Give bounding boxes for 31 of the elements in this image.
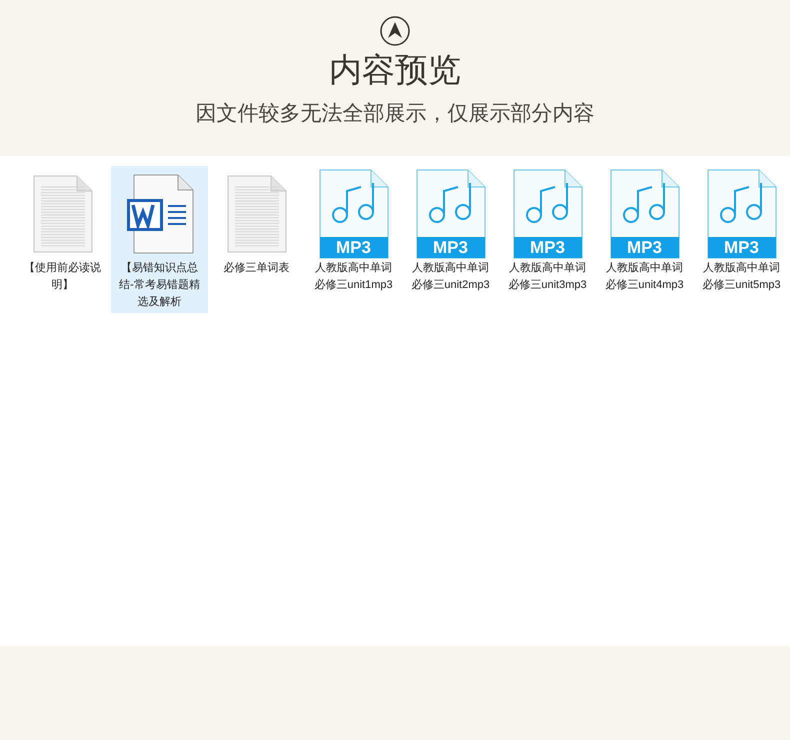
file-item[interactable]: MP3 人教版高中单词必修三unit2mp3 — [402, 166, 499, 296]
word-document-icon — [126, 174, 194, 254]
music-file-icon — [610, 169, 680, 259]
file-item[interactable]: MP3 人教版高中单词必修三unit4mp3 — [596, 166, 693, 296]
file-name: 【易错知识点总结-常考易错题精选及解析 — [118, 260, 201, 310]
file-name: 人教版高中单词必修三unit5mp3 — [701, 260, 782, 293]
document-icon — [226, 175, 286, 253]
page-title: 内容预览 — [329, 50, 461, 90]
file-type-label: MP3 — [626, 237, 663, 258]
file-type-label: MP3 — [432, 237, 469, 258]
file-name: 【使用前必读说明】 — [23, 260, 102, 293]
file-item[interactable]: MP3 人教版高中单词必修三unit3mp3 — [499, 166, 596, 296]
music-file-icon — [318, 169, 388, 259]
music-file-icon — [416, 169, 486, 259]
file-type-label: MP3 — [529, 237, 566, 258]
file-type-label: MP3 — [335, 237, 372, 258]
file-name: 必修三单词表 — [222, 260, 290, 276]
file-item[interactable]: 必修三单词表 — [208, 166, 305, 279]
file-item[interactable]: MP3 人教版高中单词必修三unit1mp3 — [305, 166, 402, 296]
file-type-label: MP3 — [723, 237, 760, 258]
file-name: 人教版高中单词必修三unit1mp3 — [313, 260, 394, 293]
music-file-icon — [512, 169, 582, 259]
file-name: 人教版高中单词必修三unit4mp3 — [604, 260, 685, 293]
file-item[interactable]: MP3 人教版高中单词必修三unit5mp3 — [693, 166, 790, 296]
file-item[interactable]: 【易错知识点总结-常考易错题精选及解析 — [111, 166, 208, 313]
file-name: 人教版高中单词必修三unit3mp3 — [507, 260, 588, 293]
document-icon — [32, 175, 92, 253]
music-file-icon — [706, 169, 776, 259]
page-subtitle: 因文件较多无法全部展示，仅展示部分内容 — [196, 101, 594, 127]
file-name: 人教版高中单词必修三unit2mp3 — [410, 260, 491, 293]
file-item[interactable]: 【使用前必读说明】 — [14, 166, 111, 296]
